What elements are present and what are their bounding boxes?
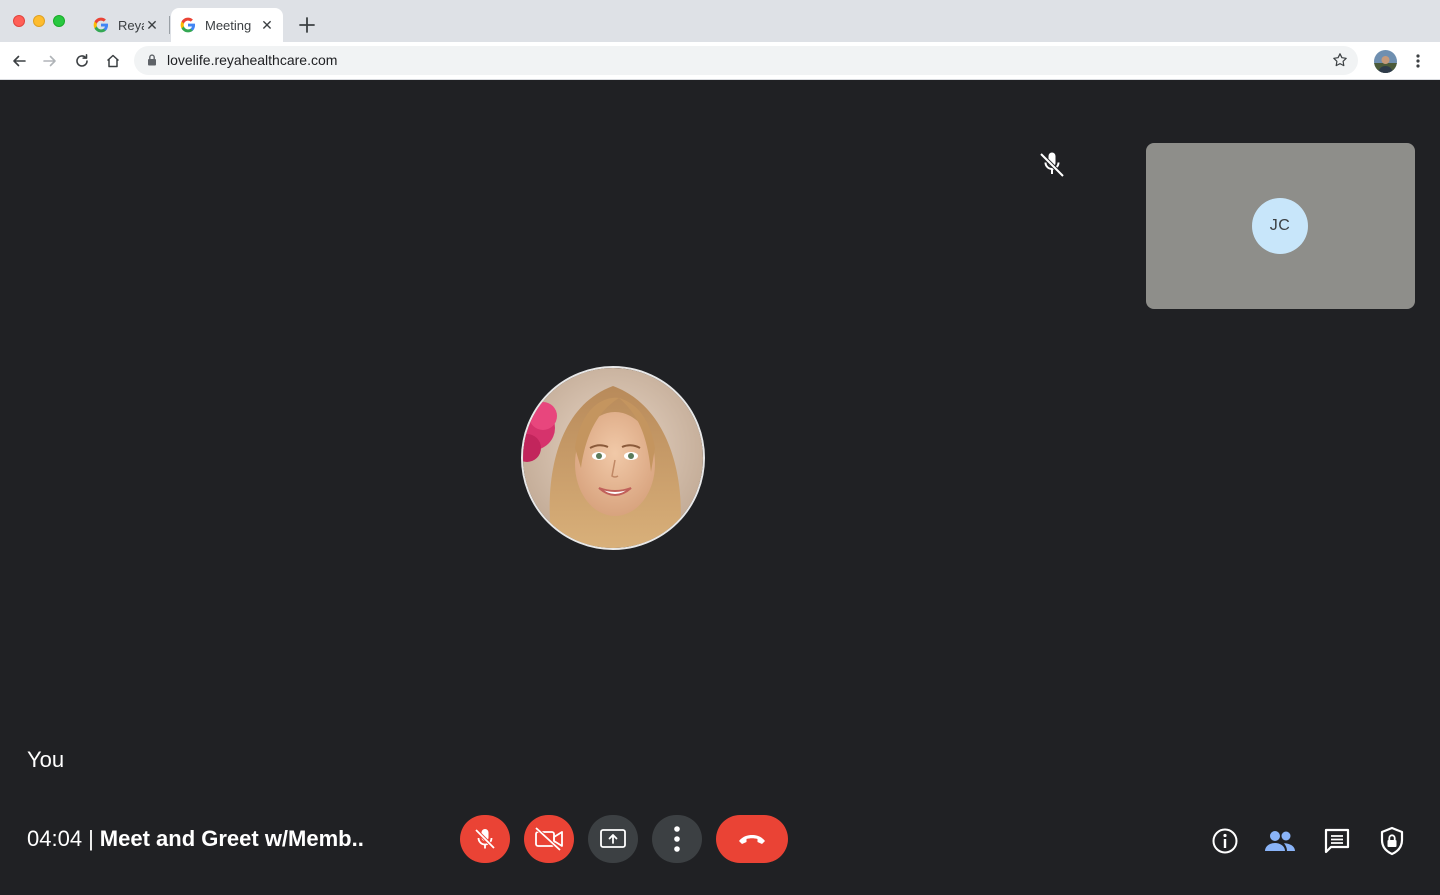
forward-button[interactable] (39, 50, 61, 72)
camera-off-icon (534, 826, 563, 852)
mic-toggle-button[interactable] (460, 815, 510, 863)
browser-menu-button[interactable] (1408, 51, 1428, 71)
tab-reya[interactable]: Reya ✕ (84, 8, 168, 42)
participant-tile[interactable]: JC (1146, 143, 1415, 309)
meeting-separator: | (88, 826, 94, 851)
self-avatar (521, 366, 705, 550)
tab-title: Reya (118, 17, 144, 33)
bookmark-star-icon[interactable] (1332, 52, 1348, 68)
self-name-label: You (27, 747, 65, 772)
meeting-timer: 04:04 (27, 826, 83, 851)
meeting-stage: JC You 04:04 | Meet and Greet w/Memb.. (0, 80, 1440, 895)
google-g-icon (93, 17, 109, 33)
window-close-button[interactable] (13, 15, 25, 27)
tab-meeting[interactable]: Meeting ✕ (171, 8, 283, 42)
more-vertical-icon (1416, 54, 1420, 68)
portrait-photo (523, 368, 703, 548)
meeting-title: Meet and Greet w/Memb.. (99, 826, 364, 851)
lock-icon (148, 54, 156, 66)
address-bar[interactable]: lovelife.reyahealthcare.com (134, 46, 1358, 75)
participant-initials: JC (1252, 198, 1308, 254)
arrow-left-icon (13, 55, 26, 67)
home-button[interactable] (102, 50, 124, 72)
people-button[interactable] (1263, 824, 1297, 858)
tab-title: Meeting (205, 17, 252, 33)
camera-toggle-button[interactable] (524, 815, 574, 863)
more-options-button[interactable] (652, 815, 702, 863)
profile-photo-icon (1374, 50, 1397, 73)
browser-toolbar: lovelife.reyahealthcare.com (0, 42, 1440, 80)
leave-call-button[interactable] (716, 815, 788, 863)
mic-off-icon (474, 828, 496, 850)
url-text: lovelife.reyahealthcare.com (167, 52, 338, 68)
tab-divider (169, 16, 170, 34)
new-tab-button[interactable] (296, 14, 318, 36)
reload-icon (76, 54, 88, 67)
close-icon[interactable]: ✕ (259, 17, 275, 33)
people-icon (1265, 831, 1295, 851)
close-icon[interactable]: ✕ (144, 17, 160, 33)
phone-hangup-icon (739, 835, 765, 844)
mic-off-icon (1039, 152, 1065, 178)
profile-avatar[interactable] (1374, 50, 1397, 73)
window-minimize-button[interactable] (33, 15, 45, 27)
meeting-details[interactable]: 04:04 | Meet and Greet w/Memb.. (27, 826, 364, 852)
meeting-details-button[interactable] (1208, 824, 1242, 858)
shield-lock-icon (1380, 826, 1404, 856)
arrow-right-icon (43, 55, 56, 67)
present-screen-icon (600, 829, 626, 848)
more-vertical-icon (674, 826, 680, 852)
tab-strip: Reya ✕ Meeting ✕ (0, 0, 1440, 42)
reload-button[interactable] (71, 50, 93, 72)
plus-icon (299, 17, 315, 33)
home-icon (106, 54, 120, 68)
window-zoom-button[interactable] (53, 15, 65, 27)
present-screen-button[interactable] (588, 815, 638, 863)
chat-icon (1324, 828, 1350, 854)
info-icon (1212, 828, 1238, 854)
back-button[interactable] (8, 50, 30, 72)
google-g-icon (180, 17, 196, 33)
host-controls-button[interactable] (1375, 824, 1409, 858)
chat-button[interactable] (1320, 824, 1354, 858)
